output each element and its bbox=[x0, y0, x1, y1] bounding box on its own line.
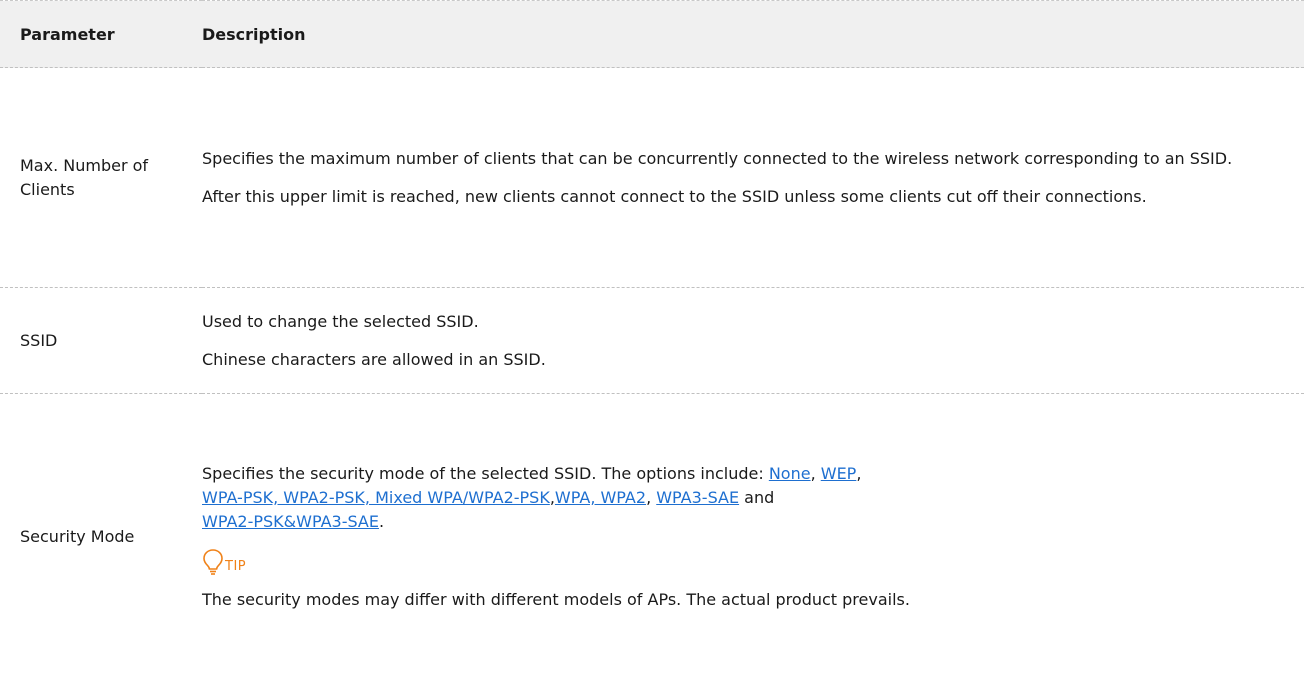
link-wpa2-psk-wpa3-sae[interactable]: WPA2-PSK&WPA3-SAE bbox=[202, 512, 379, 531]
desc-ssid-para-1: Used to change the selected SSID. bbox=[202, 311, 479, 331]
sep-5: and bbox=[739, 487, 775, 507]
desc-security-mode-intro: Specifies the security mode of the selec… bbox=[202, 462, 1296, 534]
desc-max-clients: Specifies the maximum number of clients … bbox=[202, 67, 1304, 288]
sep-2: , bbox=[856, 463, 862, 483]
security-intro-text: Specifies the security mode of the selec… bbox=[202, 463, 769, 483]
sep-1: , bbox=[810, 463, 821, 483]
tip-label: TIP bbox=[225, 558, 247, 574]
param-ssid: SSID bbox=[0, 287, 202, 394]
table-row-max-clients: Max. Number of Clients Specifies the max… bbox=[0, 67, 1304, 288]
link-wpa-wpa2[interactable]: WPA, WPA2 bbox=[555, 488, 646, 507]
link-wpa3-sae[interactable]: WPA3-SAE bbox=[656, 488, 739, 507]
desc-max-clients-para-2: After this upper limit is reached, new c… bbox=[202, 186, 1147, 206]
link-wpa-psk-group[interactable]: WPA-PSK, WPA2-PSK, Mixed WPA/WPA2-PSK bbox=[202, 488, 550, 507]
header-description: Description bbox=[202, 24, 306, 44]
tip-text: The security modes may differ with diffe… bbox=[202, 589, 910, 609]
parameter-table: Parameter Description Max. Number of Cli… bbox=[0, 0, 1304, 680]
desc-max-clients-para-1: Specifies the maximum number of clients … bbox=[202, 148, 1233, 168]
desc-security-mode: Specifies the security mode of the selec… bbox=[202, 393, 1304, 680]
param-max-clients: Max. Number of Clients bbox=[0, 67, 202, 288]
table-row-security-mode: Security Mode Specifies the security mod… bbox=[0, 393, 1304, 680]
link-wep[interactable]: WEP bbox=[821, 464, 857, 483]
end-period: . bbox=[378, 511, 385, 531]
param-security-mode: Security Mode bbox=[0, 393, 202, 680]
lightbulb-icon bbox=[202, 548, 224, 576]
header-parameter: Parameter bbox=[20, 24, 115, 44]
desc-ssid: Used to change the selected SSID. Chines… bbox=[202, 287, 1304, 394]
table-row-ssid: SSID Used to change the selected SSID. C… bbox=[0, 287, 1304, 394]
desc-ssid-para-2: Chinese characters are allowed in an SSI… bbox=[202, 349, 546, 369]
tip-heading: TIP bbox=[202, 548, 1296, 576]
link-none[interactable]: None bbox=[769, 464, 811, 483]
table-header-row: Parameter Description bbox=[0, 0, 1304, 68]
sep-4: , bbox=[646, 487, 657, 507]
